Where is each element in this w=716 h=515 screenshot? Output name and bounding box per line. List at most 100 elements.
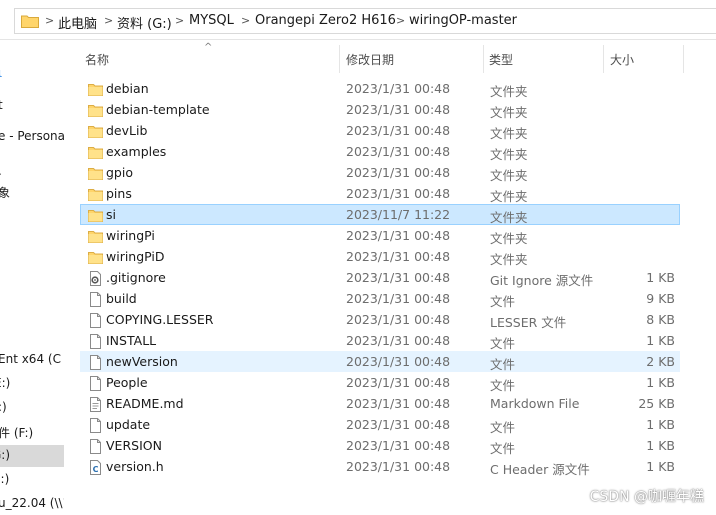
nav-item[interactable]: :)	[0, 397, 64, 419]
column-divider[interactable]	[483, 45, 484, 73]
column-header-size[interactable]: 大小	[610, 51, 634, 68]
breadcrumb-item[interactable]: 此电脑	[58, 13, 97, 32]
chevron-right-icon[interactable]: >	[104, 14, 113, 27]
file-row[interactable]: Cversion.h 2023/1/31 00:48 C Header 源文件 1 K…	[80, 456, 680, 477]
file-type: Git Ignore 源文件	[490, 273, 594, 288]
breadcrumb-item[interactable]: 资料 (G:)	[117, 13, 172, 32]
file-name: People	[106, 375, 148, 390]
column-header-date[interactable]: 修改日期	[346, 51, 394, 68]
folder-icon	[88, 252, 103, 264]
file-modified-date: 2023/1/31 00:48	[346, 102, 451, 117]
file-name: devLib	[106, 123, 148, 138]
nav-item-selected[interactable]: G:)	[0, 445, 64, 467]
column-divider[interactable]	[683, 45, 684, 73]
file-name: wiringPiD	[106, 249, 165, 264]
file-row[interactable]: examples 2023/1/31 00:48 文件夹	[80, 141, 680, 162]
file-type: C Header 源文件	[490, 462, 590, 477]
breadcrumb-item[interactable]: wiringOP-master	[409, 13, 517, 28]
file-icon	[90, 292, 101, 307]
file-row[interactable]: wiringPiD 2023/1/31 00:48 文件夹	[80, 246, 680, 267]
file-type: 文件夹	[490, 126, 528, 141]
file-name: .gitignore	[106, 270, 166, 285]
nav-item[interactable]: u_22.04 (\\1	[0, 493, 64, 515]
file-name: newVersion	[106, 354, 178, 369]
file-modified-date: 2023/1/31 00:48	[346, 459, 451, 474]
file-type: Markdown File	[490, 396, 580, 411]
nav-item[interactable]: t	[0, 95, 64, 117]
folder-icon	[88, 126, 103, 138]
nav-item[interactable]: Ent x64 (C	[0, 349, 64, 371]
file-type: 文件夹	[490, 168, 528, 183]
nav-item[interactable]: I:)	[0, 469, 64, 491]
chevron-right-icon[interactable]: >	[396, 14, 405, 27]
file-modified-date: 2023/1/31 00:48	[346, 123, 451, 138]
breadcrumb-item[interactable]: Orangepi Zero2 H616	[255, 13, 396, 28]
file-row[interactable]: INSTALL 2023/1/31 00:48 文件 1 KB	[80, 330, 680, 351]
file-modified-date: 2023/1/31 00:48	[346, 249, 451, 264]
file-size: 25 KB	[638, 396, 675, 411]
breadcrumb[interactable]: > 此电脑 > 资料 (G:) > MYSQL > Orangepi Zero2…	[14, 8, 716, 34]
file-row[interactable]: .gitignore 2023/1/31 00:48 Git Ignore 源文件 1…	[80, 267, 680, 288]
file-type: 文件	[490, 420, 516, 435]
chevron-right-icon[interactable]: >	[175, 14, 184, 27]
file-type: 文件夹	[490, 231, 528, 246]
column-header-type[interactable]: 类型	[489, 51, 513, 68]
file-row[interactable]: VERSION 2023/1/31 00:48 文件 1 KB	[80, 435, 680, 456]
file-row[interactable]: README.md 2023/1/31 00:48 Markdown File 25 …	[80, 393, 680, 414]
gear-file-icon	[90, 271, 101, 286]
file-type: 文件夹	[490, 147, 528, 162]
file-row[interactable]: wiringPi 2023/1/31 00:48 文件夹	[80, 225, 680, 246]
file-row[interactable]: COPYING.LESSER 2023/1/31 00:48 LESSER 文件 8 …	[80, 309, 680, 330]
column-header-name[interactable]: 名称	[85, 51, 109, 68]
file-row[interactable]: pins 2023/1/31 00:48 文件夹	[80, 183, 680, 204]
file-type: 文件夹	[490, 189, 528, 204]
c-file-icon: C	[90, 460, 101, 475]
chevron-right-icon[interactable]: >	[45, 14, 54, 27]
file-row[interactable]: update 2023/1/31 00:48 文件 1 KB	[80, 414, 680, 435]
file-modified-date: 2023/1/31 00:48	[346, 333, 451, 348]
nav-item[interactable]: ι	[0, 63, 64, 85]
file-name: examples	[106, 144, 167, 159]
file-icon	[90, 418, 101, 433]
file-name: INSTALL	[106, 333, 157, 348]
file-row[interactable]: People 2023/1/31 00:48 文件 1 KB	[80, 372, 680, 393]
file-modified-date: 2023/1/31 00:48	[346, 312, 451, 327]
nav-item[interactable]: 象	[0, 181, 64, 203]
file-row[interactable]: build 2023/1/31 00:48 文件 9 KB	[80, 288, 680, 309]
breadcrumb-item[interactable]: MYSQL	[189, 13, 234, 28]
file-name: pins	[106, 186, 132, 201]
chevron-right-icon[interactable]: >	[241, 14, 250, 27]
file-modified-date: 2023/1/31 00:48	[346, 165, 451, 180]
file-row[interactable]: newVersion 2023/1/31 00:48 文件 2 KB	[80, 351, 680, 372]
nav-item[interactable]: 件 (F:)	[0, 421, 64, 443]
file-row[interactable]: si 2023/11/7 11:22 文件夹	[80, 204, 680, 225]
file-name: wiringPi	[106, 228, 155, 243]
sort-ascending-icon: ^	[204, 42, 213, 53]
folder-icon	[21, 15, 39, 28]
folder-icon	[88, 168, 103, 180]
nav-item[interactable]: E:)	[0, 373, 64, 395]
file-size: 1 KB	[646, 417, 675, 432]
file-row[interactable]: devLib 2023/1/31 00:48 文件夹	[80, 120, 680, 141]
file-row[interactable]: debian 2023/1/31 00:48 文件夹	[80, 78, 680, 99]
file-row[interactable]: gpio 2023/1/31 00:48 文件夹	[80, 162, 680, 183]
nav-item[interactable]: e - Persona	[0, 126, 64, 148]
column-divider[interactable]	[339, 45, 340, 73]
svg-text:C: C	[93, 465, 99, 474]
file-name: COPYING.LESSER	[106, 312, 214, 327]
file-type: 文件	[490, 294, 516, 309]
file-size: 2 KB	[646, 354, 675, 369]
file-type: 文件夹	[490, 210, 528, 225]
watermark: CSDN @咖喱年糕	[589, 489, 704, 505]
file-row[interactable]: debian-template 2023/1/31 00:48 文件夹	[80, 99, 680, 120]
file-size: 9 KB	[646, 291, 675, 306]
column-divider[interactable]	[603, 45, 604, 73]
file-modified-date: 2023/1/31 00:48	[346, 270, 451, 285]
file-type: LESSER 文件	[490, 315, 567, 330]
folder-icon	[88, 105, 103, 117]
file-type: 文件夹	[490, 84, 528, 99]
file-name: README.md	[106, 396, 184, 411]
nav-item[interactable]: .	[0, 161, 64, 183]
file-type: 文件	[490, 378, 516, 393]
file-icon	[90, 439, 101, 454]
